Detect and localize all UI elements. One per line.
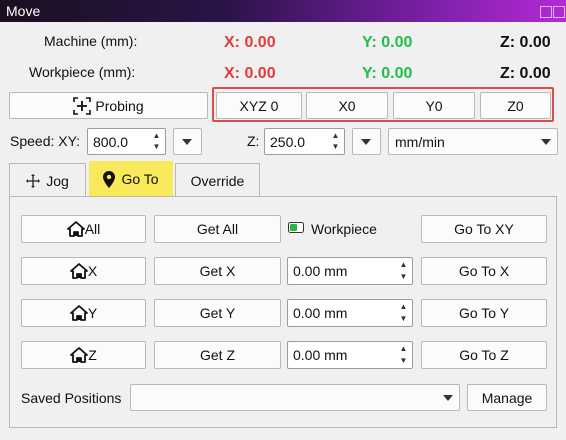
goto-x-value: 0.00 mm xyxy=(293,263,348,279)
home-all-button[interactable]: All xyxy=(21,215,146,243)
tab-override[interactable]: Override xyxy=(175,163,260,197)
go-to-x-button[interactable]: Go To X xyxy=(421,257,547,285)
goto-y-input[interactable]: 0.00 mm ▲ ▼ xyxy=(287,299,413,327)
close-window-icon[interactable] xyxy=(553,6,565,18)
goto-x-input[interactable]: 0.00 mm ▲ ▼ xyxy=(287,257,413,285)
machine-label: Machine (mm): xyxy=(44,33,138,49)
home-icon xyxy=(69,305,88,321)
speed-xy-label: Speed: XY: xyxy=(10,133,81,149)
float-window-icon[interactable] xyxy=(540,6,552,18)
workpiece-x-value: X: 0.00 xyxy=(224,65,276,82)
go-to-xy-button[interactable]: Go To XY xyxy=(421,215,547,243)
home-z-label: Z xyxy=(88,347,97,363)
location-pin-icon xyxy=(103,170,116,188)
step-up-icon[interactable]: ▲ xyxy=(396,259,411,271)
speed-xy-stepper[interactable]: ▲ ▼ xyxy=(149,130,164,153)
chevron-down-icon xyxy=(361,138,371,145)
speed-xy-value: 800.0 xyxy=(93,133,129,150)
step-up-icon[interactable]: ▲ xyxy=(149,130,164,142)
chevron-down-icon xyxy=(541,138,551,145)
saved-positions-label: Saved Positions xyxy=(21,390,122,406)
speed-units-select[interactable]: mm/min xyxy=(388,128,558,155)
tab-goto[interactable]: Go To xyxy=(89,161,173,197)
step-down-icon[interactable]: ▼ xyxy=(396,313,411,325)
goto-x-stepper[interactable]: ▲ ▼ xyxy=(396,259,411,283)
step-up-icon[interactable]: ▲ xyxy=(396,301,411,313)
saved-positions-select[interactable] xyxy=(130,384,460,411)
goto-z-stepper[interactable]: ▲ ▼ xyxy=(396,343,411,367)
step-down-icon[interactable]: ▼ xyxy=(396,271,411,283)
title-bar: Move xyxy=(0,0,566,22)
speed-z-presets-button[interactable] xyxy=(352,128,381,155)
move-arrows-icon xyxy=(26,173,41,188)
home-x-button[interactable]: X xyxy=(21,257,146,285)
machine-y-value: Y: 0.00 xyxy=(362,34,413,51)
workpiece-toggle-label: Workpiece xyxy=(311,221,377,237)
home-icon xyxy=(69,263,88,279)
tab-override-label: Override xyxy=(190,172,245,189)
workpiece-label: Workpiece (mm): xyxy=(29,64,136,80)
speed-xy-presets-button[interactable] xyxy=(173,128,202,155)
goto-z-input[interactable]: 0.00 mm ▲ ▼ xyxy=(287,341,413,369)
step-down-icon[interactable]: ▼ xyxy=(149,142,164,154)
tab-jog[interactable]: Jog xyxy=(9,163,86,197)
get-z-button[interactable]: Get Z xyxy=(154,341,281,369)
goto-z-value: 0.00 mm xyxy=(293,347,348,363)
chevron-down-icon xyxy=(182,138,192,145)
go-to-z-button[interactable]: Go To Z xyxy=(421,341,547,369)
goto-y-value: 0.00 mm xyxy=(293,305,348,321)
step-up-icon[interactable]: ▲ xyxy=(328,130,343,142)
home-y-button[interactable]: Y xyxy=(21,299,146,327)
highlight-box xyxy=(212,87,554,122)
machine-x-value: X: 0.00 xyxy=(224,34,276,51)
step-down-icon[interactable]: ▼ xyxy=(396,355,411,367)
go-to-y-button[interactable]: Go To Y xyxy=(421,299,547,327)
home-z-button[interactable]: Z xyxy=(21,341,146,369)
window-title: Move xyxy=(6,3,41,19)
chevron-down-icon xyxy=(443,394,453,401)
speed-z-label: Z: xyxy=(247,133,260,149)
speed-xy-input[interactable]: 800.0 ▲ ▼ xyxy=(87,128,166,155)
machine-z-value: Z: 0.00 xyxy=(500,34,551,51)
speed-z-value: 250.0 xyxy=(270,133,306,150)
step-down-icon[interactable]: ▼ xyxy=(328,142,343,154)
get-all-button[interactable]: Get All xyxy=(154,215,281,243)
get-x-button[interactable]: Get X xyxy=(154,257,281,285)
tab-jog-label: Jog xyxy=(46,172,69,189)
home-icon xyxy=(66,221,85,237)
probe-target-icon xyxy=(73,96,92,115)
speed-z-stepper[interactable]: ▲ ▼ xyxy=(328,130,343,153)
tab-goto-label: Go To xyxy=(121,171,159,187)
home-icon xyxy=(70,347,89,363)
goto-y-stepper[interactable]: ▲ ▼ xyxy=(396,301,411,325)
workpiece-toggle[interactable] xyxy=(288,222,304,233)
speed-z-input[interactable]: 250.0 ▲ ▼ xyxy=(264,128,345,155)
step-up-icon[interactable]: ▲ xyxy=(396,343,411,355)
workpiece-z-value: Z: 0.00 xyxy=(500,65,551,82)
probing-label: Probing xyxy=(95,97,144,114)
home-all-label: All xyxy=(84,221,101,237)
manage-button[interactable]: Manage xyxy=(467,384,547,411)
speed-units-value: mm/min xyxy=(395,133,445,150)
home-x-label: X xyxy=(87,263,98,279)
get-y-button[interactable]: Get Y xyxy=(154,299,281,327)
home-y-label: Y xyxy=(87,305,98,321)
workpiece-y-value: Y: 0.00 xyxy=(362,65,413,82)
probing-button[interactable]: Probing xyxy=(9,92,208,119)
